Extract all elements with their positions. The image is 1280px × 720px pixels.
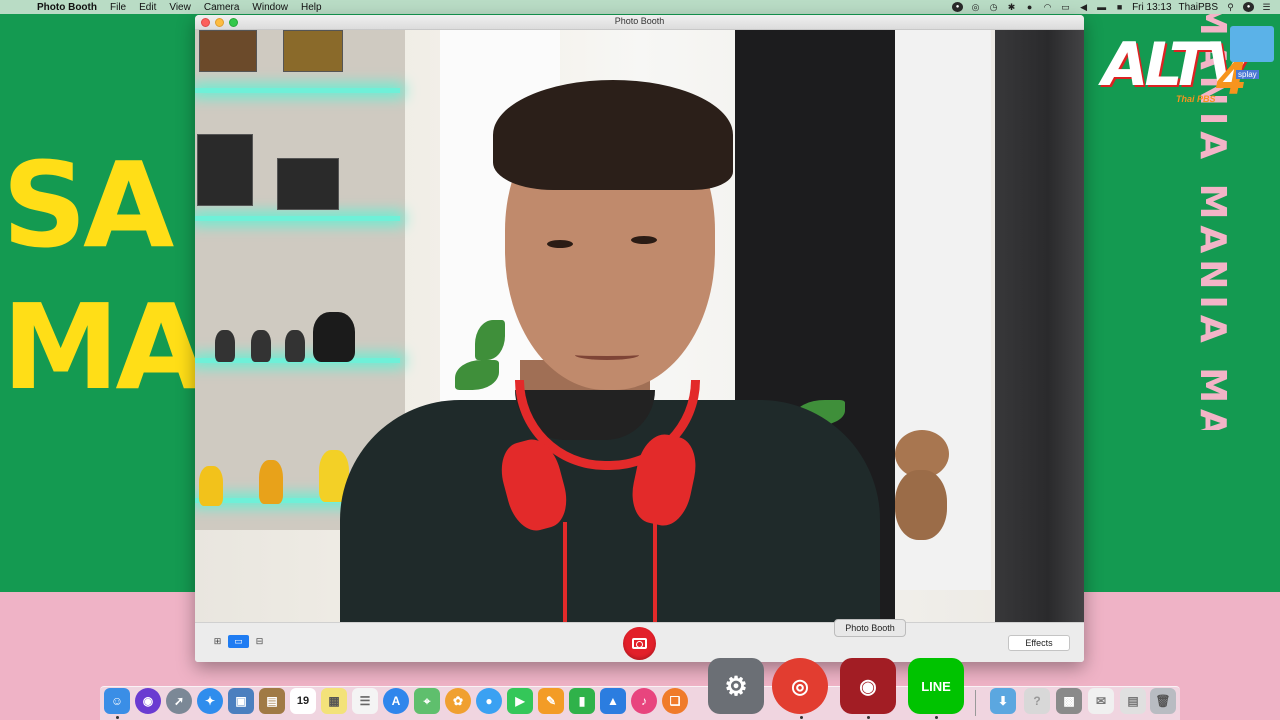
airplay-icon[interactable]: ▭ — [1060, 2, 1071, 12]
status-area: ● ◎ ◷ ✱ ● ◠ ▭ ◀ ▬ ■ Fri 13:13 ThaiPBS ⚲ … — [952, 0, 1272, 14]
line-icon[interactable]: LINE — [908, 658, 964, 714]
running-indicator — [800, 716, 803, 719]
photo-booth-icon[interactable]: ◉ — [840, 658, 896, 714]
desktop-folder-icon[interactable] — [1230, 26, 1274, 62]
spotlight-search-icon[interactable]: ⚲ — [1225, 2, 1236, 12]
photo-stack-icon[interactable]: ▩ — [1056, 688, 1082, 714]
dock-tooltip: Photo Booth — [834, 619, 906, 637]
numbers-icon[interactable]: ▮ — [569, 688, 595, 714]
single-photo-view-icon[interactable]: ▭ — [228, 635, 249, 648]
menu-file[interactable]: File — [110, 2, 126, 13]
running-indicator — [867, 716, 870, 719]
downloads-folder-icon[interactable]: ⬇ — [990, 688, 1016, 714]
view-mode-selector: ⊞ ▭ ⊟ — [207, 635, 270, 648]
filmstrip-view-icon[interactable]: ⊟ — [249, 635, 270, 648]
document-stack-icon[interactable]: ✉ — [1088, 688, 1114, 714]
wallpaper-text-ma: MA — [2, 278, 207, 416]
dock-separator — [975, 690, 976, 716]
take-photo-button[interactable] — [623, 627, 656, 660]
chrome-icon[interactable]: ◎ — [772, 658, 828, 714]
running-indicator — [116, 716, 119, 719]
status-backup-icon[interactable]: ◷ — [988, 2, 999, 12]
launchpad-icon[interactable]: ➚ — [166, 688, 192, 714]
maps-icon[interactable]: ⌖ — [414, 688, 440, 714]
keynote-icon[interactable]: ▲ — [600, 688, 626, 714]
gear-icon[interactable]: ⚙ — [708, 658, 764, 714]
photo-booth-toolbar: ⊞ ▭ ⊟ Effects — [195, 622, 1084, 662]
menu-app-name[interactable]: Photo Booth — [37, 2, 97, 13]
files-stack-icon[interactable]: ▤ — [1120, 688, 1146, 714]
pages-icon[interactable]: ✎ — [538, 688, 564, 714]
window-title: Photo Booth — [614, 16, 665, 26]
photo-booth-window: Photo Booth ⊞ ▭ ⊟ Effects — [195, 15, 1084, 662]
input-source-icon[interactable]: ■ — [1114, 2, 1125, 12]
app-store-icon[interactable]: A — [383, 688, 409, 714]
four-up-view-icon[interactable]: ⊞ — [207, 635, 228, 648]
menu-camera[interactable]: Camera — [204, 2, 240, 13]
finder-icon[interactable]: ☺ — [104, 688, 130, 714]
stickies-icon[interactable]: ▦ — [321, 688, 347, 714]
chat-icon[interactable]: ● — [1024, 2, 1035, 12]
status-app-icon[interactable]: ● — [952, 2, 964, 12]
window-titlebar[interactable]: Photo Booth — [195, 15, 1084, 30]
camera-preview — [195, 30, 1084, 622]
trash-icon[interactable]: 🗑 — [1150, 688, 1176, 714]
volume-icon[interactable]: ◀ — [1078, 2, 1089, 12]
reminders-icon[interactable]: ☰ — [352, 688, 378, 714]
photos-icon[interactable]: ✿ — [445, 688, 471, 714]
camera-icon — [632, 638, 647, 649]
bluetooth-icon[interactable]: ✱ — [1006, 2, 1017, 12]
books-icon[interactable]: ❑ — [662, 688, 688, 714]
menu-clock[interactable]: Fri 13:13 — [1132, 2, 1171, 13]
music-icon[interactable]: ♪ — [631, 688, 657, 714]
siri-icon[interactable]: ◉ — [135, 688, 161, 714]
siri-menu-icon[interactable]: ● — [1243, 2, 1254, 12]
wifi-icon[interactable]: ◠ — [1042, 2, 1053, 12]
battery-icon[interactable]: ▬ — [1096, 2, 1107, 12]
menu-bar: Photo Booth File Edit View Camera Window… — [0, 0, 1280, 14]
menu-help[interactable]: Help — [301, 2, 322, 13]
menu-user[interactable]: ThaiPBS — [1179, 2, 1218, 13]
notification-center-icon[interactable]: ☰ — [1261, 2, 1272, 12]
desktop-folder-label[interactable]: splay — [1236, 70, 1259, 79]
preview-icon[interactable]: ▣ — [228, 688, 254, 714]
running-indicator — [935, 716, 938, 719]
facetime-icon[interactable]: ▶ — [507, 688, 533, 714]
menu-view[interactable]: View — [169, 2, 191, 13]
status-sync-icon[interactable]: ◎ — [970, 2, 981, 12]
effects-button[interactable]: Effects — [1008, 635, 1070, 651]
menu-edit[interactable]: Edit — [139, 2, 156, 13]
notebook-icon[interactable]: ▤ — [259, 688, 285, 714]
calendar-icon[interactable]: 19 — [290, 688, 316, 714]
safari-icon[interactable]: ✦ — [197, 688, 223, 714]
question-icon[interactable]: ? — [1024, 688, 1050, 714]
menu-window[interactable]: Window — [252, 2, 288, 13]
wallpaper-text-sa: SA — [2, 136, 174, 274]
messages-icon[interactable]: ● — [476, 688, 502, 714]
